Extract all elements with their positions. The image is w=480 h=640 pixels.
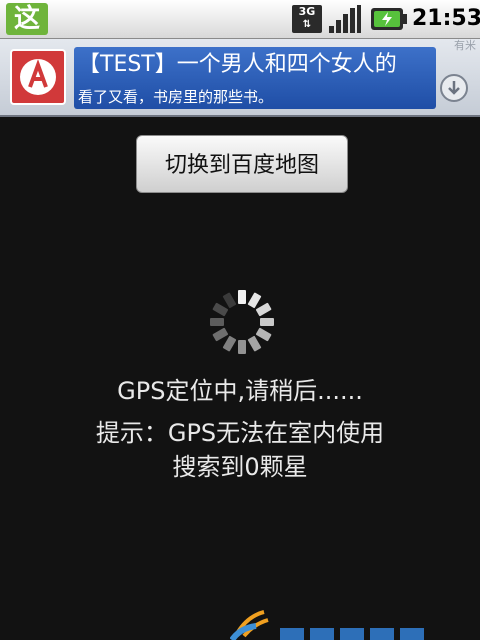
ad-title[interactable]: 【TEST】一个男人和四个女人的: [78, 51, 438, 79]
ad-thumbnail-icon[interactable]: [10, 49, 66, 105]
app-notification-icon: 这: [6, 3, 48, 35]
ad-thumbnail-glyph: [20, 59, 56, 95]
satellite-count-text: 搜索到0颗星: [172, 453, 308, 481]
ad-provider-label: 有米: [454, 39, 476, 52]
network-label: 3G: [298, 5, 316, 18]
ad-banner[interactable]: 【TEST】一个男人和四个女人的 看了又看，书房里的那些书。 有米: [0, 39, 480, 117]
screen: 这 3G ⇅ 21:53 【TEST】一个男人和四个女人的 看了又看，书房里的那…: [0, 0, 480, 640]
download-arrow-glyph: [448, 81, 460, 95]
loading-spinner-icon: [210, 290, 274, 354]
download-icon[interactable]: [440, 74, 468, 102]
signal-strength-icon: [329, 5, 361, 33]
switch-to-baidu-map-button[interactable]: 切换到百度地图: [136, 135, 348, 193]
gps-status-text: GPS定位中,请稍后......: [117, 377, 363, 405]
gps-hint-text: 提示：GPS无法在室内使用: [95, 419, 385, 447]
app-logo-icon: [230, 610, 424, 640]
status-bar: 这 3G ⇅ 21:53: [0, 0, 480, 39]
battery-charging-icon: [371, 8, 407, 30]
network-3g-icon: 3G ⇅: [292, 5, 322, 33]
ad-subtitle[interactable]: 看了又看，书房里的那些书。: [78, 87, 408, 107]
status-clock: 21:53: [412, 6, 480, 31]
